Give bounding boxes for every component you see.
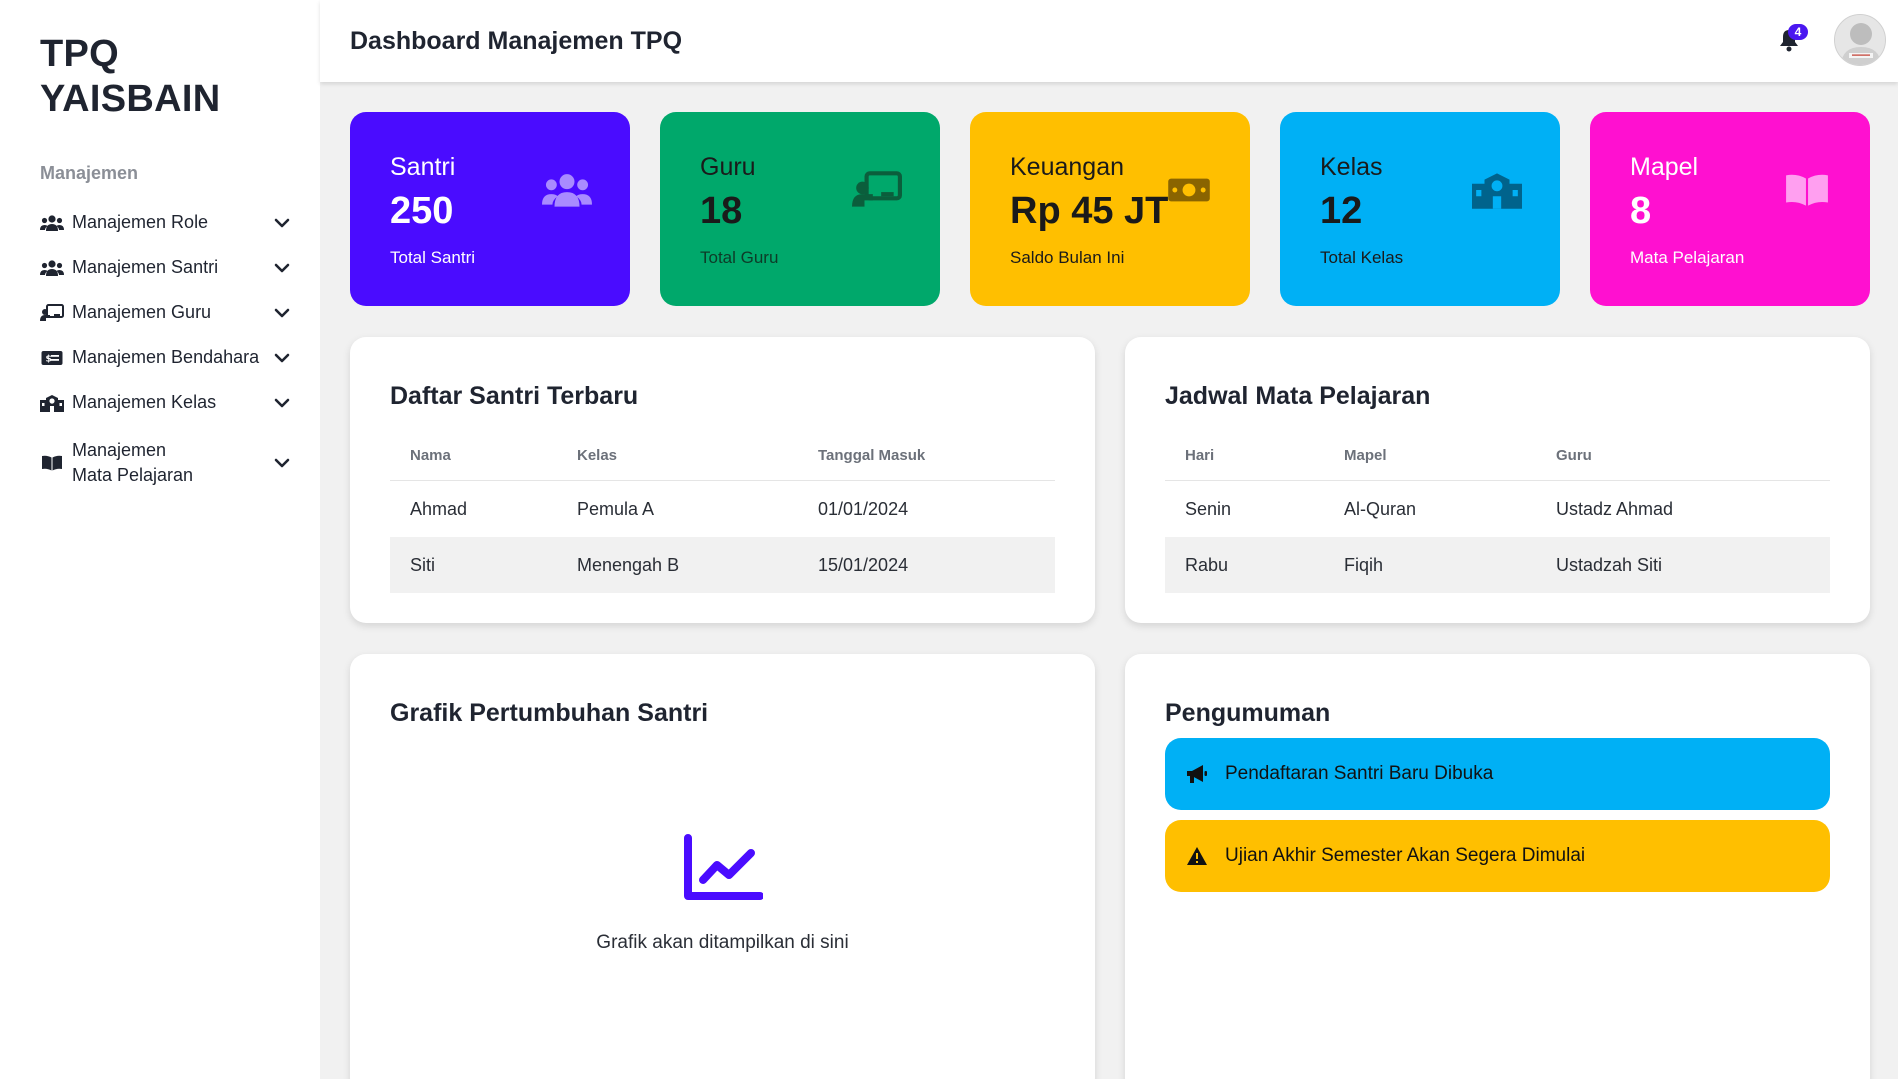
chart-placeholder: Grafik akan ditampilkan di sini <box>350 834 1095 954</box>
sidebar-nav: Manajemen Role Manajemen Santri Manajeme… <box>40 200 292 497</box>
sidebar-item-bendahara[interactable]: $ Manajemen Bendahara <box>40 335 292 380</box>
table-cell: Senin <box>1185 498 1232 519</box>
money-card-icon: $ <box>40 348 64 368</box>
announcement-item[interactable]: Ujian Akhir Semester Akan Segera Dimulai <box>1165 820 1830 892</box>
sidebar-item-label: Manajemen Santri <box>72 257 219 277</box>
school-icon <box>1472 168 1522 212</box>
sidebar-item-guru[interactable]: Manajemen Guru <box>40 290 292 335</box>
column-header[interactable]: Guru <box>1536 447 1830 464</box>
table-cell: Ustadz Ahmad <box>1556 498 1674 519</box>
column-header[interactable]: Tanggal Masuk <box>798 447 1055 464</box>
school-icon <box>40 393 64 413</box>
panel-title: Grafik Pertumbuhan Santri <box>390 699 709 727</box>
sidebar-item-role[interactable]: Manajemen Role <box>40 200 292 245</box>
table-cell: Siti <box>410 554 436 575</box>
sidebar-item-label-line-1: Manajemen <box>72 440 167 460</box>
panel-title: Jadwal Mata Pelajaran <box>1165 382 1431 410</box>
panel-grafik-santri: Grafik Pertumbuhan Santri Grafik akan di… <box>350 654 1095 1079</box>
megaphone-icon <box>1185 763 1209 785</box>
stat-subtitle: Mata Pelajaran <box>1630 248 1745 267</box>
book-open-icon <box>1782 168 1832 212</box>
sidebar-item-label: Manajemen Guru <box>72 302 212 322</box>
table-cell: Ustadzah Siti <box>1556 554 1663 575</box>
chevron-down-icon[interactable] <box>272 453 292 473</box>
top-header: Dashboard Manajemen TPQ 4 <box>320 0 1898 82</box>
brand-line-2: YAISBAIN <box>40 78 221 120</box>
table-header: Nama Kelas Tanggal Masuk <box>390 431 1055 481</box>
brand-logo: TPQ YAISBAIN <box>40 32 221 122</box>
chevron-down-icon[interactable] <box>272 213 292 233</box>
jadwal-table: Hari Mapel Guru Senin Al-Quran Ustadz Ah… <box>1165 431 1830 593</box>
stat-card-guru[interactable]: Guru 18 Total Guru <box>660 112 940 306</box>
table-cell: Rabu <box>1185 554 1229 575</box>
sidebar-item-label: Manajemen Bendahara <box>72 347 260 367</box>
stat-subtitle: Saldo Bulan Ini <box>1010 248 1125 267</box>
panel-pengumuman: Pengumuman Pendaftaran Santri Baru Dibuk… <box>1125 654 1870 1079</box>
teacher-board-icon <box>852 168 902 212</box>
teacher-board-icon <box>40 303 64 323</box>
stat-card-santri[interactable]: Santri 250 Total Santri <box>350 112 630 306</box>
sidebar-section-label: Manajemen <box>40 163 139 183</box>
sidebar-item-label: Manajemen Mata Pelajaran <box>72 438 272 488</box>
table-row[interactable]: Siti Menengah B 15/01/2024 <box>390 537 1055 593</box>
sidebar-item-santri[interactable]: Manajemen Santri <box>40 245 292 290</box>
santri-table: Nama Kelas Tanggal Masuk Ahmad Pemula A … <box>390 431 1055 593</box>
users-icon <box>40 258 64 278</box>
table-cell: Fiqih <box>1344 554 1384 575</box>
announcement-text: Pendaftaran Santri Baru Dibuka <box>1225 763 1494 784</box>
column-header[interactable]: Mapel <box>1324 447 1536 464</box>
sidebar-item-label: Manajemen Kelas <box>72 392 217 412</box>
announcement-item[interactable]: Pendaftaran Santri Baru Dibuka <box>1165 738 1830 810</box>
sidebar-item-kelas[interactable]: Manajemen Kelas <box>40 380 292 425</box>
money-bill-icon <box>1164 168 1214 212</box>
announcement-text: Ujian Akhir Semester Akan Segera Dimulai <box>1225 845 1586 866</box>
panel-title: Daftar Santri Terbaru <box>390 382 639 410</box>
notification-badge: 4 <box>1788 24 1808 40</box>
table-row[interactable]: Senin Al-Quran Ustadz Ahmad <box>1165 481 1830 537</box>
chevron-down-icon[interactable] <box>272 303 292 323</box>
sidebar: TPQ YAISBAIN Manajemen Manajemen Role Ma… <box>0 0 320 1079</box>
stat-card-kelas[interactable]: Kelas 12 Total Kelas <box>1280 112 1560 306</box>
chevron-down-icon[interactable] <box>272 348 292 368</box>
table-header: Hari Mapel Guru <box>1165 431 1830 481</box>
chart-caption: Grafik akan ditampilkan di sini <box>596 932 849 953</box>
column-header[interactable]: Nama <box>390 447 557 464</box>
panel-daftar-santri: Daftar Santri Terbaru Nama Kelas Tanggal… <box>350 337 1095 623</box>
table-row[interactable]: Ahmad Pemula A 01/01/2024 <box>390 481 1055 537</box>
svg-text:$: $ <box>46 354 52 364</box>
panel-title: Pengumuman <box>1165 699 1331 727</box>
column-header[interactable]: Kelas <box>557 447 798 464</box>
sidebar-item-label-line-2: Mata Pelajaran <box>72 465 194 485</box>
users-icon <box>542 168 592 212</box>
sidebar-item-mata-pelajaran[interactable]: Manajemen Mata Pelajaran <box>40 429 292 497</box>
table-cell: 01/01/2024 <box>818 498 909 519</box>
book-icon <box>40 453 64 473</box>
warning-icon <box>1185 845 1209 867</box>
stat-card-mapel[interactable]: Mapel 8 Mata Pelajaran <box>1590 112 1870 306</box>
page-title: Dashboard Manajemen TPQ <box>350 27 683 55</box>
stat-subtitle: Total Kelas <box>1320 248 1404 267</box>
table-cell: 15/01/2024 <box>818 554 909 575</box>
table-cell: Ahmad <box>410 498 468 519</box>
users-icon <box>40 213 64 233</box>
chevron-down-icon[interactable] <box>272 393 292 413</box>
brand-line-1: TPQ <box>40 33 120 75</box>
table-cell: Al-Quran <box>1344 498 1417 519</box>
table-cell: Menengah B <box>577 554 680 575</box>
chart-line-icon <box>350 834 1095 904</box>
sidebar-item-label: Manajemen Role <box>72 212 209 232</box>
avatar[interactable] <box>1834 14 1886 66</box>
panel-jadwal-mapel: Jadwal Mata Pelajaran Hari Mapel Guru Se… <box>1125 337 1870 623</box>
stat-subtitle: Total Guru <box>700 248 779 267</box>
column-header[interactable]: Hari <box>1165 447 1324 464</box>
stat-card-keuangan[interactable]: Keuangan Rp 45 JT Saldo Bulan Ini <box>970 112 1250 306</box>
stat-subtitle: Total Santri <box>390 248 476 267</box>
chevron-down-icon[interactable] <box>272 258 292 278</box>
table-cell: Pemula A <box>577 498 655 519</box>
table-row[interactable]: Rabu Fiqih Ustadzah Siti <box>1165 537 1830 593</box>
